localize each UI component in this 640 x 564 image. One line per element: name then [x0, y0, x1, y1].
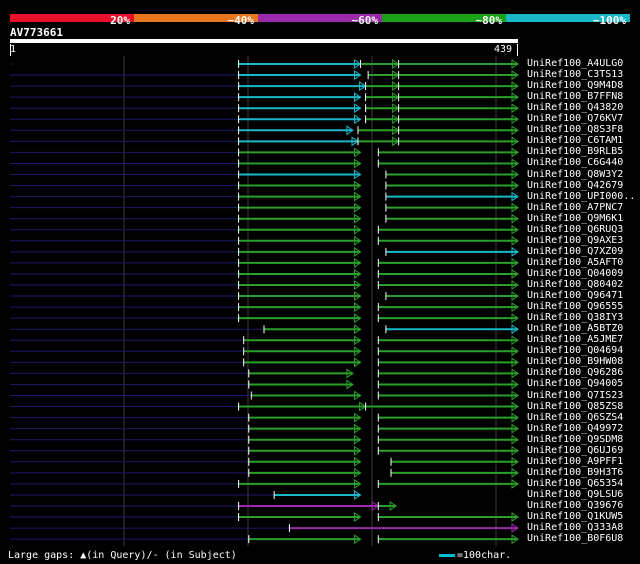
hit-label[interactable]: UniRef100_Q85ZS8 — [527, 401, 623, 412]
scale-key: =100char. — [439, 550, 511, 561]
hit-label[interactable]: UniRef100_Q39676 — [527, 501, 623, 511]
hit-label[interactable]: UniRef100_Q9SDM8 — [527, 434, 623, 445]
hit-label[interactable]: UniRef100_Q04009 — [527, 268, 623, 279]
hit-label[interactable]: UniRef100_Q333A8 — [527, 523, 623, 533]
hit-label[interactable]: UniRef100_Q6RUQ3 — [527, 224, 623, 235]
hit-label[interactable]: UniRef100_Q80402 — [527, 280, 623, 290]
hit-label[interactable]: UniRef100_Q65354 — [527, 478, 623, 489]
hit-label[interactable]: UniRef100_Q76KV7 — [527, 114, 623, 124]
hit-label[interactable]: UniRef100_Q9AXE3 — [527, 235, 623, 246]
hit-label[interactable]: UniRef100_B9RLB5 — [527, 147, 623, 157]
large-gaps-legend: Large gaps: ▲(in Query)/- (in Subject) — [8, 550, 237, 561]
hit-label[interactable]: UniRef100_Q42679 — [527, 180, 623, 191]
hit-label[interactable]: UniRef100_Q8W3Y2 — [527, 169, 623, 180]
hit-label[interactable]: UniRef100_A5JME7 — [527, 335, 623, 345]
hit-label[interactable]: UniRef100_A5AFT0 — [527, 257, 623, 268]
hit-label[interactable]: UniRef100_B7FFN8 — [527, 92, 623, 102]
hit-label[interactable]: UniRef100_Q43820 — [527, 103, 623, 113]
hit-label[interactable]: UniRef100_Q9M6K1 — [527, 213, 623, 224]
hit-label[interactable]: UniRef100_A9PFF1 — [527, 456, 623, 467]
hit-label[interactable]: UniRef100_Q6SZS4 — [527, 412, 623, 423]
hit-label[interactable]: UniRef100_UPI000.. — [527, 191, 635, 202]
hit-label[interactable]: UniRef100_Q9M4D8 — [527, 81, 623, 91]
hit-label[interactable]: UniRef100_Q96471 — [527, 291, 623, 301]
hit-label[interactable]: UniRef100_B0F6U8 — [527, 534, 623, 544]
hit-label[interactable]: UniRef100_Q96286 — [527, 368, 623, 378]
hit-label[interactable]: UniRef100_B9H3T6 — [527, 467, 623, 478]
hit-label[interactable]: UniRef100_Q04694 — [527, 346, 623, 356]
hit-label[interactable]: UniRef100_Q9LSU6 — [527, 489, 623, 500]
hit-label[interactable]: UniRef100_A7PNC7 — [527, 202, 623, 213]
hit-label[interactable]: UniRef100_A5BTZ0 — [527, 324, 623, 334]
hit-label[interactable]: UniRef100_Q8S3F8 — [527, 125, 623, 135]
hit-label[interactable]: UniRef100_C6TAM1 — [527, 136, 623, 146]
hit-label[interactable]: UniRef100_Q6UJ69 — [527, 445, 623, 456]
scale-line-icon — [439, 553, 455, 557]
hit-label[interactable]: UniRef100_C6G440 — [527, 158, 623, 168]
hit-label[interactable]: UniRef100_Q7XZ09 — [527, 246, 623, 257]
hit-label[interactable]: UniRef100_Q7IS23 — [527, 390, 623, 401]
scale-key-label: =100char. — [457, 550, 512, 561]
hit-label[interactable]: UniRef100_Q49972 — [527, 423, 623, 434]
hit-label[interactable]: UniRef100_Q38IY3 — [527, 313, 623, 323]
hit-label[interactable]: UniRef100_Q96555 — [527, 302, 623, 312]
hit-label[interactable]: UniRef100_Q1KUW5 — [527, 512, 623, 522]
hit-label[interactable]: UniRef100_C3TS13 — [527, 70, 623, 80]
hit-label[interactable]: UniRef100_B9HW08 — [527, 357, 623, 367]
hit-label[interactable]: UniRef100_Q94005 — [527, 379, 623, 389]
hit-label[interactable]: UniRef100_A4ULG0 — [527, 59, 623, 69]
